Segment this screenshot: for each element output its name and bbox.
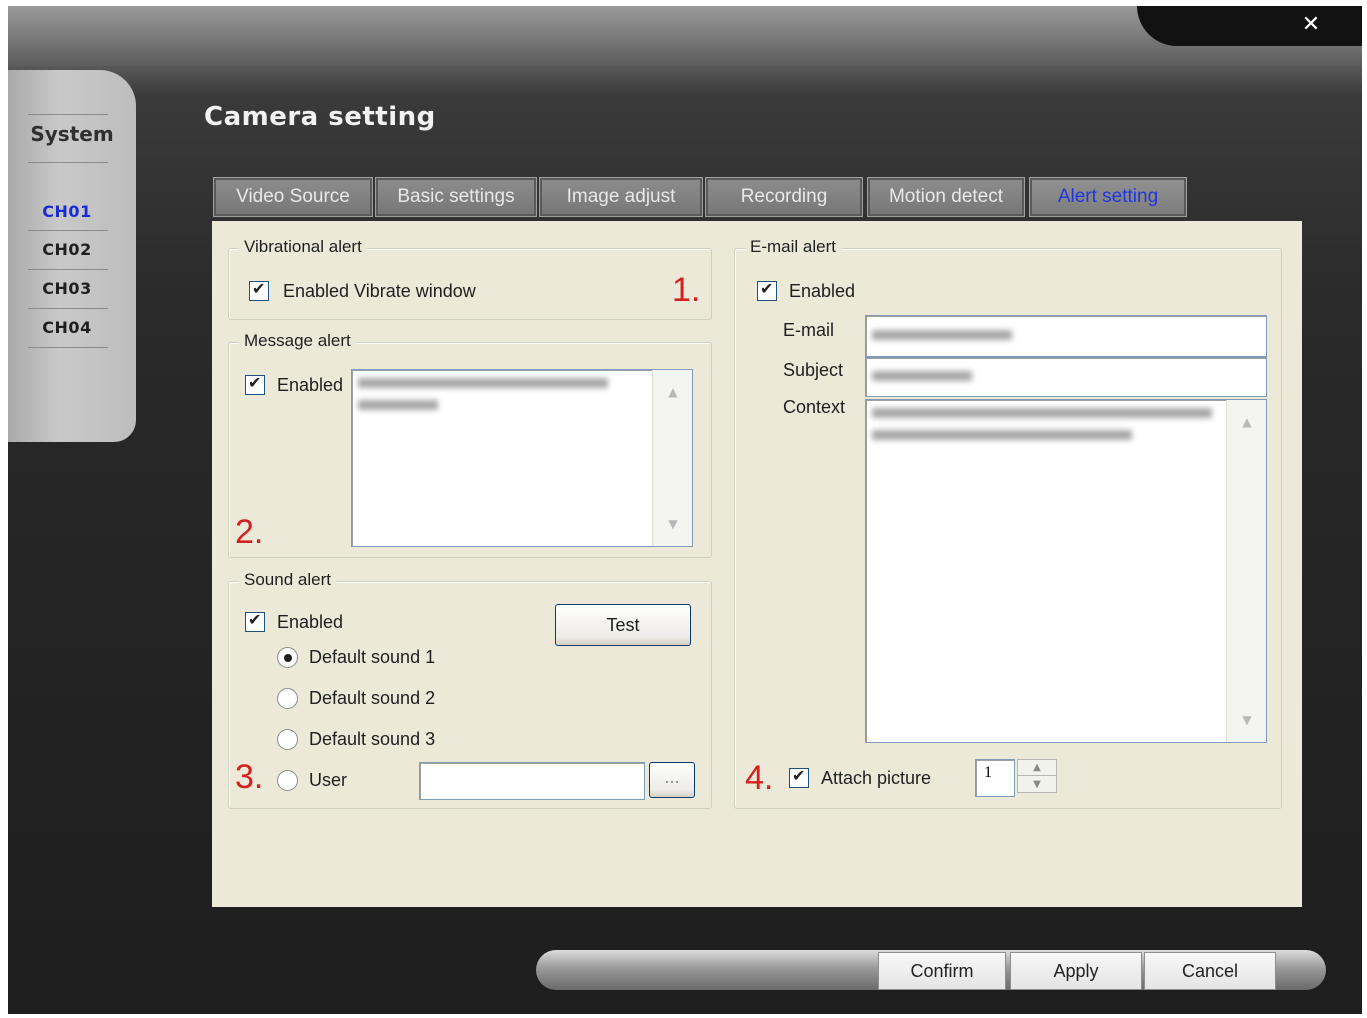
scroll-down-icon[interactable]: ▼ xyxy=(1235,708,1259,732)
context-scrollbar[interactable]: ▲ ▼ xyxy=(1226,400,1266,742)
vibrational-alert-group: Vibrational alert Enabled Vibrate window… xyxy=(228,237,712,320)
attach-count-spinner[interactable]: ▲ ▼ xyxy=(1017,759,1057,793)
email-subject-input[interactable] xyxy=(865,357,1267,397)
sound-alert-group: Sound alert Enabled Test Default sound 1… xyxy=(228,570,712,809)
default-sound-2-radio[interactable] xyxy=(277,688,298,709)
spin-up-icon[interactable]: ▲ xyxy=(1018,760,1056,776)
tab-alert-setting[interactable]: Alert setting xyxy=(1029,177,1187,217)
message-alert-legend: Message alert xyxy=(239,331,356,351)
redacted-text xyxy=(358,378,608,388)
marker-3: 3. xyxy=(235,758,264,796)
email-enabled-checkbox[interactable] xyxy=(757,279,777,301)
email-alert-legend: E-mail alert xyxy=(745,237,841,257)
attach-count-input[interactable]: 1 xyxy=(975,759,1015,797)
user-sound-path-input[interactable] xyxy=(419,762,645,800)
redacted-text xyxy=(358,400,438,410)
email-enabled-label: Enabled xyxy=(789,281,856,301)
message-alert-group: Message alert Enabled ▲ ▼ 2. xyxy=(228,331,712,558)
default-sound-2-label: Default sound 2 xyxy=(309,688,436,708)
marker-2: 2. xyxy=(235,513,264,551)
email-subject-label: Subject xyxy=(783,360,844,380)
close-icon[interactable]: ✕ xyxy=(1296,10,1326,40)
redacted-text xyxy=(872,371,972,381)
tab-basic-settings[interactable]: Basic settings xyxy=(375,177,537,217)
tab-recording[interactable]: Recording xyxy=(705,177,863,217)
tab-video-source[interactable]: Video Source xyxy=(213,177,373,217)
default-sound-1-radio[interactable] xyxy=(277,647,298,668)
vibrate-window-label: Enabled Vibrate window xyxy=(283,281,476,301)
divider xyxy=(28,114,108,115)
user-sound-radio[interactable] xyxy=(277,770,298,791)
camera-setting-window: ✕ System CH01 CH02 CH03 CH04 Camera sett… xyxy=(8,6,1362,1014)
confirm-button[interactable]: Confirm xyxy=(878,952,1006,990)
message-scrollbar[interactable]: ▲ ▼ xyxy=(652,370,692,546)
scroll-up-icon[interactable]: ▲ xyxy=(1235,410,1259,434)
sidebar-item-ch01[interactable]: CH01 xyxy=(22,202,112,221)
divider xyxy=(28,162,108,163)
marker-4: 4. xyxy=(745,759,774,797)
alert-settings-panel: Vibrational alert Enabled Vibrate window… xyxy=(212,221,1302,907)
divider xyxy=(28,347,108,348)
sound-enabled-checkbox[interactable] xyxy=(245,610,265,632)
vibrational-alert-legend: Vibrational alert xyxy=(239,237,367,257)
redacted-text xyxy=(872,430,1132,440)
email-context-label: Context xyxy=(783,397,846,417)
message-enabled-checkbox[interactable] xyxy=(245,373,265,395)
attach-picture-label: Attach picture xyxy=(821,768,932,788)
sound-enabled-label: Enabled xyxy=(277,612,344,632)
redacted-text xyxy=(872,408,1212,418)
divider xyxy=(28,308,108,309)
message-enabled-label: Enabled xyxy=(277,375,344,395)
default-sound-1-label: Default sound 1 xyxy=(309,647,436,667)
sidebar-title[interactable]: System xyxy=(24,122,120,146)
sound-alert-legend: Sound alert xyxy=(239,570,336,590)
user-sound-label: User xyxy=(309,770,348,790)
cancel-button[interactable]: Cancel xyxy=(1144,952,1276,990)
browse-sound-button[interactable]: ... xyxy=(649,762,695,798)
email-address-input[interactable] xyxy=(865,315,1267,357)
message-textarea[interactable]: ▲ ▼ xyxy=(351,369,693,547)
spin-down-icon[interactable]: ▼ xyxy=(1018,777,1056,793)
page-title: Camera setting xyxy=(204,102,436,132)
scroll-down-icon[interactable]: ▼ xyxy=(661,512,685,536)
redacted-text xyxy=(872,330,1012,340)
sidebar-item-ch04[interactable]: CH04 xyxy=(22,318,112,337)
sidebar-item-ch02[interactable]: CH02 xyxy=(22,240,112,259)
email-alert-group: E-mail alert Enabled E-mail Subject Cont… xyxy=(734,237,1282,809)
default-sound-3-label: Default sound 3 xyxy=(309,729,436,749)
vibrate-window-checkbox[interactable] xyxy=(249,279,269,301)
marker-1: 1. xyxy=(672,271,701,309)
divider xyxy=(28,269,108,270)
email-context-textarea[interactable]: ▲ ▼ xyxy=(865,399,1267,743)
titlebar-corner xyxy=(1137,6,1362,46)
tab-motion-detect[interactable]: Motion detect xyxy=(867,177,1025,217)
scroll-up-icon[interactable]: ▲ xyxy=(661,380,685,404)
apply-button[interactable]: Apply xyxy=(1010,952,1142,990)
tab-image-adjust[interactable]: Image adjust xyxy=(539,177,703,217)
channel-sidebar: System CH01 CH02 CH03 CH04 xyxy=(8,70,136,442)
attach-picture-checkbox[interactable] xyxy=(789,766,809,788)
email-address-label: E-mail xyxy=(783,320,835,340)
sidebar-item-ch03[interactable]: CH03 xyxy=(22,279,112,298)
divider xyxy=(28,230,108,231)
default-sound-3-radio[interactable] xyxy=(277,729,298,750)
test-sound-button[interactable]: Test xyxy=(555,604,691,646)
